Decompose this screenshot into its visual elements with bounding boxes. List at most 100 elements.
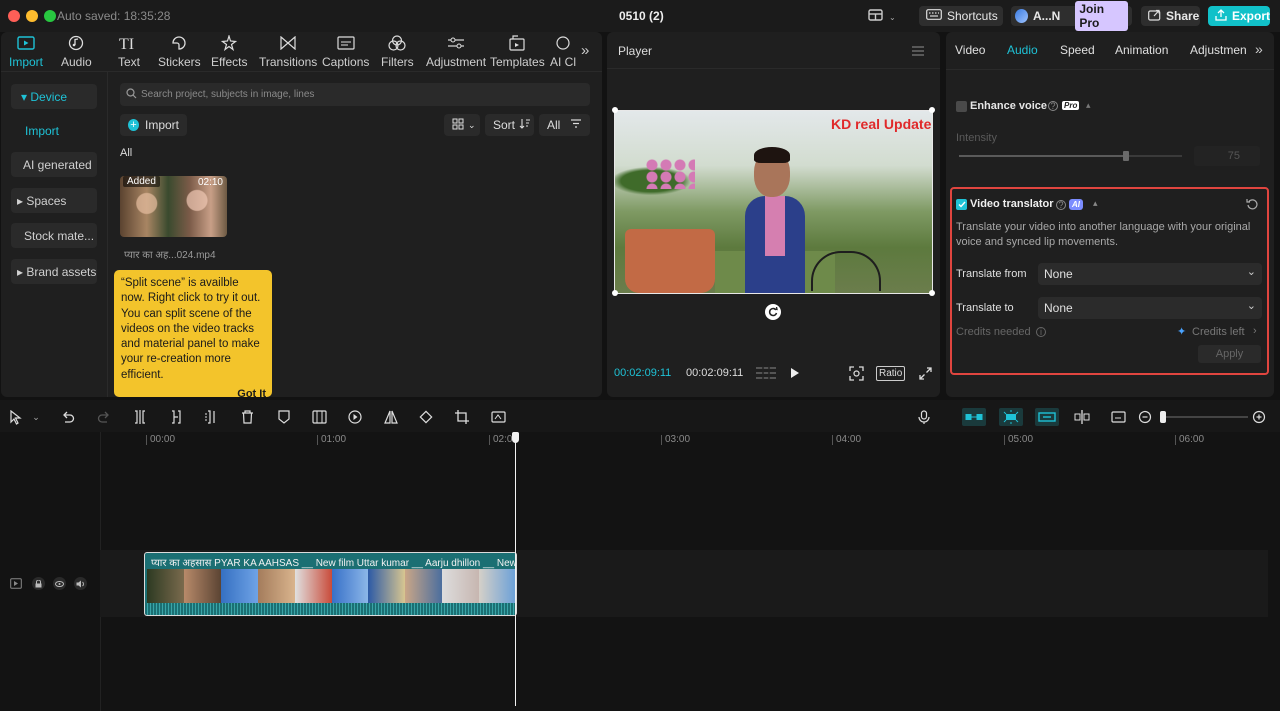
filter-button[interactable]: All	[539, 114, 590, 136]
freeze-icon[interactable]	[310, 408, 328, 426]
reset-icon[interactable]	[1246, 198, 1258, 213]
tool-ai-cl[interactable]: AI Cl	[550, 34, 576, 69]
chevron-down-icon[interactable]: ⌄	[27, 408, 45, 426]
crop-icon[interactable]	[453, 408, 471, 426]
share-button[interactable]: Share	[1141, 6, 1200, 26]
zoom-window-button[interactable]	[44, 10, 56, 22]
media-clip-thumbnail[interactable]: Added 02:10	[120, 176, 227, 237]
track-cover-icon[interactable]	[10, 578, 22, 592]
rotate-clip-icon[interactable]	[417, 408, 435, 426]
toolbar-more-button[interactable]: »	[581, 42, 589, 59]
minimize-window-button[interactable]	[26, 10, 38, 22]
split-left-icon[interactable]	[167, 408, 185, 426]
auto-snap-icon[interactable]	[999, 408, 1023, 426]
sidebar-item-stock-material[interactable]: Stock mate...	[11, 223, 97, 248]
sidebar-item-ai-generated[interactable]: AI generated	[11, 152, 97, 177]
export-button[interactable]: Export	[1208, 6, 1270, 26]
info-icon[interactable]: i	[1036, 327, 1046, 337]
undo-icon[interactable]	[59, 408, 77, 426]
close-window-button[interactable]	[8, 10, 20, 22]
collapse-icon[interactable]: ▴	[1093, 198, 1098, 209]
timeline-grid-icon[interactable]	[756, 366, 776, 383]
redo-icon[interactable]	[95, 408, 113, 426]
got-it-button[interactable]: Got It	[237, 388, 266, 397]
translate-to-select[interactable]: None ⌄	[1038, 297, 1262, 319]
lock-icon[interactable]	[32, 577, 45, 590]
resize-handle[interactable]	[612, 290, 618, 296]
view-mode-button[interactable]: ⌄	[444, 114, 480, 136]
tab-audio[interactable]: Audio	[1007, 43, 1038, 57]
tool-adjustment[interactable]: Adjustment	[426, 34, 486, 69]
sidebar-item-brand-assets[interactable]: ▸ Brand assets	[11, 259, 97, 284]
preview-axis-icon[interactable]	[1073, 408, 1091, 426]
import-button[interactable]: + Import	[120, 114, 187, 136]
tool-audio[interactable]: Audio	[61, 34, 92, 69]
play-icon[interactable]	[790, 367, 800, 382]
sidebar-item-spaces[interactable]: ▸ Spaces	[11, 188, 97, 213]
tool-transitions[interactable]: Transitions	[259, 34, 317, 69]
apply-button[interactable]: Apply	[1198, 345, 1261, 363]
intensity-value-field[interactable]: 75	[1194, 146, 1260, 166]
layout-icon[interactable]	[868, 9, 884, 22]
intensity-slider[interactable]	[959, 151, 1182, 161]
delete-icon[interactable]	[238, 408, 256, 426]
resize-handle[interactable]	[929, 107, 935, 113]
sort-button[interactable]: Sort	[485, 114, 534, 136]
main-track-magnet-icon[interactable]	[962, 408, 986, 426]
split-icon[interactable]	[131, 408, 149, 426]
resize-handle[interactable]	[612, 107, 618, 113]
tool-text[interactable]: TI Text	[118, 34, 140, 69]
enhance-voice-checkbox[interactable]	[956, 101, 967, 112]
auto-reframe-icon[interactable]	[489, 408, 507, 426]
shortcuts-button[interactable]: Shortcuts	[919, 6, 1003, 26]
eye-icon[interactable]	[53, 577, 66, 590]
tool-captions[interactable]: Captions	[322, 34, 369, 69]
tool-templates[interactable]: Templates	[490, 34, 545, 69]
tool-effects[interactable]: Effects	[211, 34, 247, 69]
rotate-icon[interactable]	[765, 304, 781, 320]
zoom-in-icon[interactable]	[1250, 408, 1268, 426]
zoom-out-icon[interactable]	[1136, 408, 1154, 426]
tab-speed[interactable]: Speed	[1060, 43, 1095, 57]
collapse-icon[interactable]: ▴	[1086, 100, 1091, 111]
sidebar-item-device[interactable]: ▾ Device	[11, 84, 97, 109]
tabs-more-button[interactable]: »	[1255, 41, 1263, 57]
linkage-icon[interactable]	[1035, 408, 1059, 426]
tab-animation[interactable]: Animation	[1115, 43, 1168, 57]
translate-from-select[interactable]: None ⌄	[1038, 263, 1262, 285]
video-translator-checkbox[interactable]	[956, 199, 967, 210]
expand-icon[interactable]	[919, 367, 932, 383]
intensity-slider-knob[interactable]	[1123, 151, 1130, 161]
playhead-handle[interactable]	[512, 432, 519, 443]
reverse-icon[interactable]	[346, 408, 364, 426]
tab-adjustment[interactable]: Adjustmen	[1190, 43, 1247, 57]
search-input[interactable]: Search project, subjects in image, lines	[120, 83, 590, 106]
resize-handle[interactable]	[929, 290, 935, 296]
timeline-ruler[interactable]: 00:00 01:00 02:00 03:00 04:00 05:00 06:00	[0, 432, 1280, 448]
tab-video[interactable]: Video	[955, 43, 985, 57]
playhead[interactable]	[515, 440, 516, 706]
tool-import[interactable]: Import	[9, 34, 43, 69]
fullscreen-preview-icon[interactable]	[849, 366, 864, 384]
account-button[interactable]: A...N Join Pro	[1011, 1, 1132, 31]
zoom-slider-knob[interactable]	[1160, 411, 1166, 423]
ratio-button[interactable]: Ratio	[876, 366, 906, 381]
menu-icon[interactable]	[912, 45, 924, 59]
sidebar-item-import[interactable]: Import	[11, 118, 97, 143]
info-icon[interactable]: ?	[1056, 200, 1066, 210]
speaker-icon[interactable]	[74, 577, 87, 590]
credits-left-link[interactable]: Credits left	[1192, 326, 1245, 338]
join-pro-badge[interactable]: Join Pro	[1075, 1, 1128, 31]
split-right-icon[interactable]	[202, 408, 220, 426]
mark-icon[interactable]	[275, 408, 293, 426]
caption-icon[interactable]	[1110, 408, 1128, 426]
microphone-icon[interactable]	[915, 408, 933, 426]
tool-filters[interactable]: Filters	[381, 34, 414, 69]
select-tool-icon[interactable]	[6, 408, 24, 426]
timeline-video-clip[interactable]: प्यार का अहसास PYAR KA AAHSAS __ New fil…	[144, 552, 517, 616]
tool-stickers[interactable]: Stickers	[158, 34, 201, 69]
info-icon[interactable]: ?	[1048, 101, 1058, 111]
zoom-slider[interactable]	[1160, 411, 1248, 423]
chevron-down-icon[interactable]: ⌄	[889, 13, 896, 22]
mirror-icon[interactable]	[382, 408, 400, 426]
